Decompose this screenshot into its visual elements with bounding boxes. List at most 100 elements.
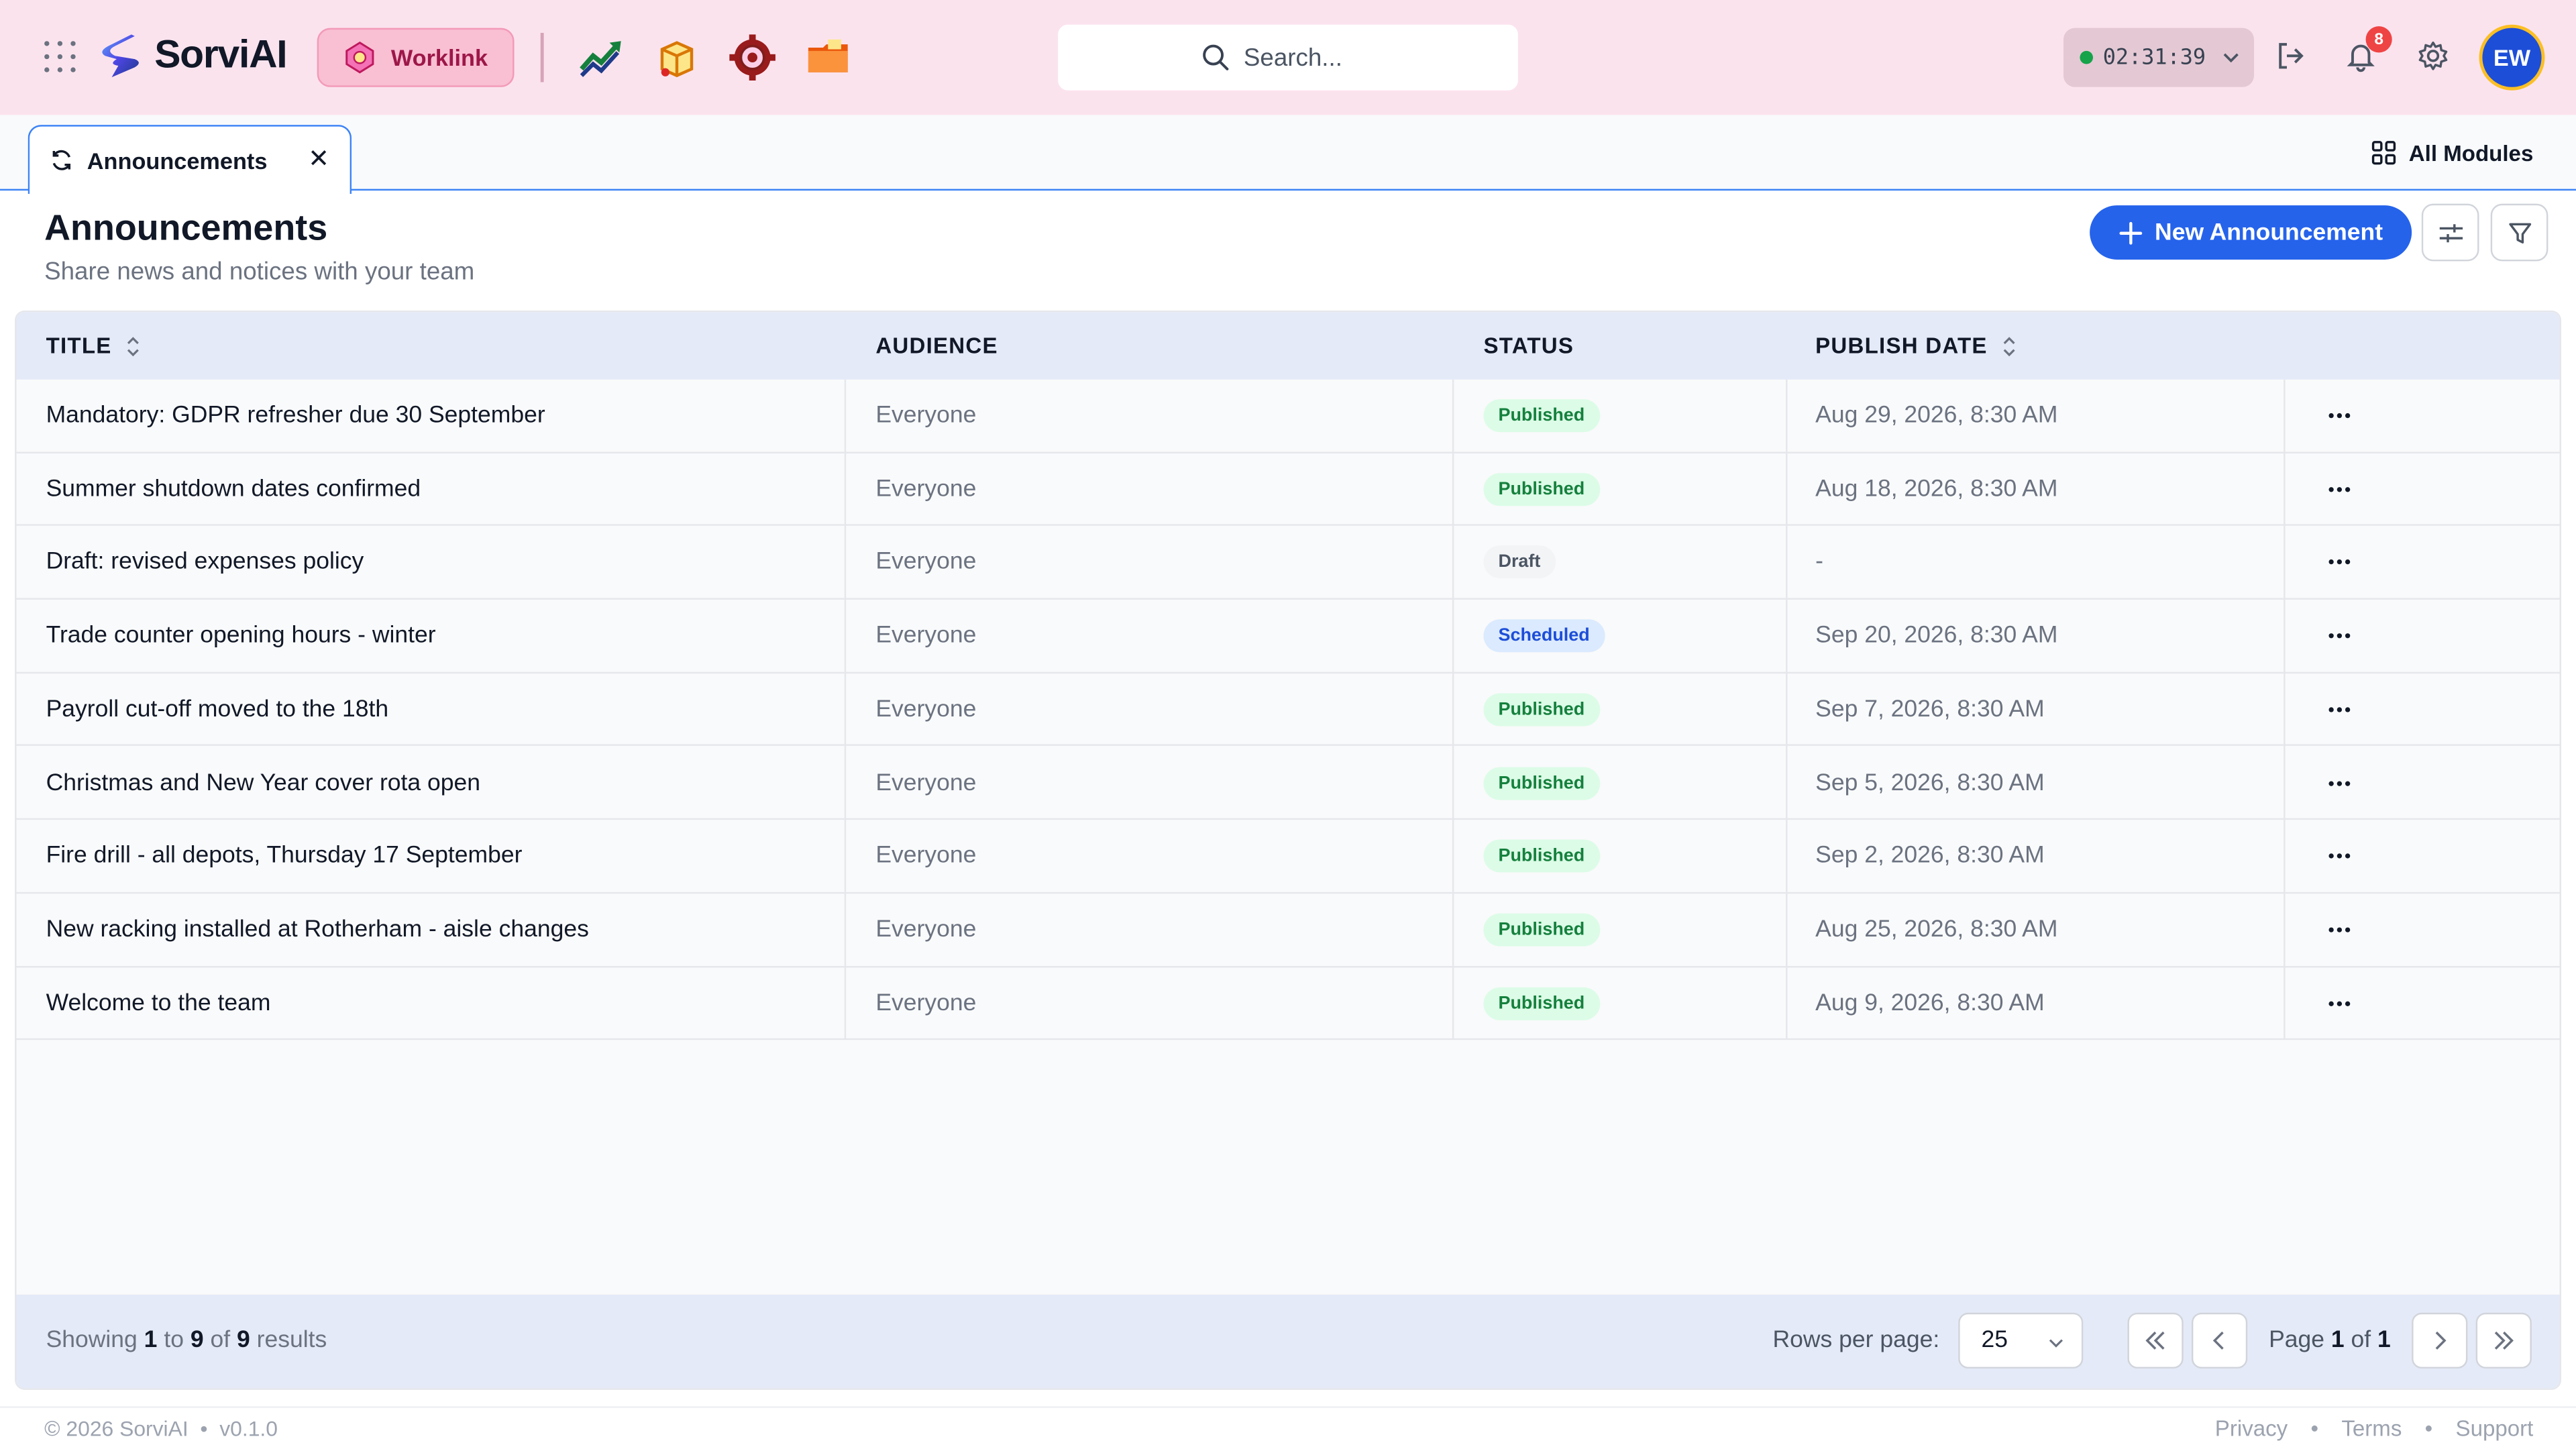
- row-actions-button[interactable]: [2316, 894, 2363, 966]
- close-icon[interactable]: [307, 146, 330, 169]
- status-badge: Draft: [1483, 546, 1556, 580]
- table-row[interactable]: Welcome to the team Everyone Published Aug …: [16, 967, 2560, 1040]
- rows-per-page-select[interactable]: 25: [1958, 1312, 2084, 1369]
- row-publish-date: Sep 20, 2026, 8:30 AM: [1815, 623, 2058, 649]
- row-audience: Everyone: [875, 549, 977, 576]
- privacy-link[interactable]: Privacy: [2215, 1416, 2288, 1441]
- to-label: to: [164, 1327, 184, 1354]
- results-summary: Showing 1 to 9 of 9 results: [46, 1328, 327, 1354]
- table-row[interactable]: Draft: revised expenses policy Everyone Dr…: [16, 527, 2560, 600]
- row-title: Trade counter opening hours - winter: [46, 623, 436, 649]
- status-badge: Published: [1483, 986, 1600, 1020]
- folder-icon[interactable]: [804, 33, 853, 82]
- row-actions-button[interactable]: [2316, 380, 2363, 452]
- column-publish-date-header[interactable]: PUBLISH DATE: [1815, 312, 2017, 379]
- search-icon: [1203, 44, 1229, 70]
- all-modules-button[interactable]: All Modules: [2371, 136, 2533, 169]
- row-status: Draft: [1483, 527, 1556, 599]
- table-row[interactable]: New racking installed at Rotherham - ais…: [16, 894, 2560, 967]
- footer-links: Privacy • Terms • Support: [2215, 1416, 2534, 1441]
- more-horizontal-icon: [2328, 413, 2351, 419]
- terms-link[interactable]: Terms: [2341, 1416, 2402, 1441]
- package-icon[interactable]: [652, 33, 701, 82]
- previous-page-button[interactable]: [2191, 1312, 2248, 1369]
- of-label: of: [2351, 1327, 2371, 1354]
- search-input[interactable]: [1243, 43, 1375, 72]
- settings-gear-app-icon[interactable]: [728, 33, 777, 82]
- app-logo[interactable]: SorviAI: [99, 28, 288, 84]
- row-audience: Everyone: [875, 623, 977, 649]
- module-label: Worklink: [390, 44, 488, 71]
- search-bar[interactable]: [1058, 24, 1518, 91]
- results-label: results: [256, 1327, 327, 1354]
- row-actions-button[interactable]: [2316, 453, 2363, 525]
- row-status: Published: [1483, 967, 1600, 1039]
- row-publish-date: Aug 25, 2026, 8:30 AM: [1815, 916, 2058, 943]
- logout-icon[interactable]: [2273, 40, 2306, 72]
- table-row[interactable]: Mandatory: GDPR refresher due 30 Septemb…: [16, 380, 2560, 453]
- gear-icon[interactable]: [2416, 40, 2449, 72]
- new-announcement-button[interactable]: New Announcement: [2090, 205, 2412, 260]
- separator: •: [2424, 1416, 2433, 1441]
- logo-icon: [102, 34, 139, 78]
- filter-button[interactable]: [2490, 203, 2548, 262]
- plus-icon: [2118, 221, 2142, 244]
- row-actions-button[interactable]: [2316, 967, 2363, 1039]
- results-total: 9: [236, 1327, 250, 1354]
- table-header: TITLE AUDIENCE STATUS PUBLISH DATE: [16, 312, 2560, 380]
- row-actions-button[interactable]: [2316, 820, 2363, 893]
- row-actions-button[interactable]: [2316, 527, 2363, 599]
- tab-announcements[interactable]: Announcements: [28, 125, 352, 194]
- more-horizontal-icon: [2328, 1000, 2351, 1006]
- row-actions-button[interactable]: [2316, 674, 2363, 746]
- column-audience-header: AUDIENCE: [875, 312, 998, 379]
- row-actions-button[interactable]: [2316, 600, 2363, 672]
- column-label: STATUS: [1483, 333, 1574, 358]
- more-horizontal-icon: [2328, 706, 2351, 712]
- page-title: Announcements: [44, 207, 328, 248]
- row-title: Payroll cut-off moved to the 18th: [46, 696, 389, 723]
- status-badge: Published: [1483, 913, 1600, 947]
- copyright: © 2026 SorviAI • v0.1.0: [44, 1416, 278, 1441]
- range-from: 1: [144, 1327, 158, 1354]
- notification-badge: 8: [2365, 26, 2392, 53]
- all-modules-label: All Modules: [2408, 140, 2534, 166]
- table-row[interactable]: Trade counter opening hours - winter Ever…: [16, 600, 2560, 674]
- copyright-text: © 2026 SorviAI: [44, 1416, 189, 1441]
- row-audience: Everyone: [875, 989, 977, 1016]
- row-actions-button[interactable]: [2316, 747, 2363, 819]
- last-page-button[interactable]: [2475, 1312, 2532, 1369]
- total-pages: 1: [2377, 1327, 2391, 1354]
- row-title: Summer shutdown dates confirmed: [46, 476, 421, 502]
- row-audience: Everyone: [875, 402, 977, 429]
- support-link[interactable]: Support: [2456, 1416, 2534, 1441]
- column-label: AUDIENCE: [875, 333, 998, 358]
- more-horizontal-icon: [2328, 927, 2351, 932]
- column-settings-button[interactable]: [2421, 203, 2479, 262]
- session-timer[interactable]: 02:31:39: [2063, 28, 2255, 87]
- row-publish-date: Aug 9, 2026, 8:30 AM: [1815, 989, 2045, 1016]
- user-avatar[interactable]: EW: [2479, 24, 2545, 91]
- analytics-icon[interactable]: [577, 33, 626, 82]
- column-title-header[interactable]: TITLE: [46, 312, 142, 379]
- first-page-button[interactable]: [2127, 1312, 2184, 1369]
- table-row[interactable]: Summer shutdown dates confirmed Everyone P…: [16, 453, 2560, 527]
- row-status: Published: [1483, 747, 1600, 819]
- row-title: Fire drill - all depots, Thursday 17 Sep…: [46, 843, 523, 869]
- tab-label: Announcements: [87, 147, 268, 174]
- column-divider: [844, 379, 847, 1040]
- row-audience: Everyone: [875, 696, 977, 723]
- range-to: 9: [190, 1327, 204, 1354]
- page-subtitle: Share news and notices with your team: [44, 258, 475, 286]
- next-page-button[interactable]: [2412, 1312, 2468, 1369]
- apps-grid-icon[interactable]: [43, 40, 79, 76]
- refresh-icon: [52, 150, 71, 170]
- table-row[interactable]: Fire drill - all depots, Thursday 17 Sep…: [16, 820, 2560, 894]
- row-status: Published: [1483, 674, 1600, 746]
- module-worklink-button[interactable]: Worklink: [317, 28, 515, 87]
- table-row[interactable]: Payroll cut-off moved to the 18th Everyon…: [16, 674, 2560, 747]
- row-title: Mandatory: GDPR refresher due 30 Septemb…: [46, 402, 545, 429]
- status-dot: [2080, 50, 2094, 64]
- row-audience: Everyone: [875, 476, 977, 502]
- table-row[interactable]: Christmas and New Year cover rota open Ev…: [16, 747, 2560, 820]
